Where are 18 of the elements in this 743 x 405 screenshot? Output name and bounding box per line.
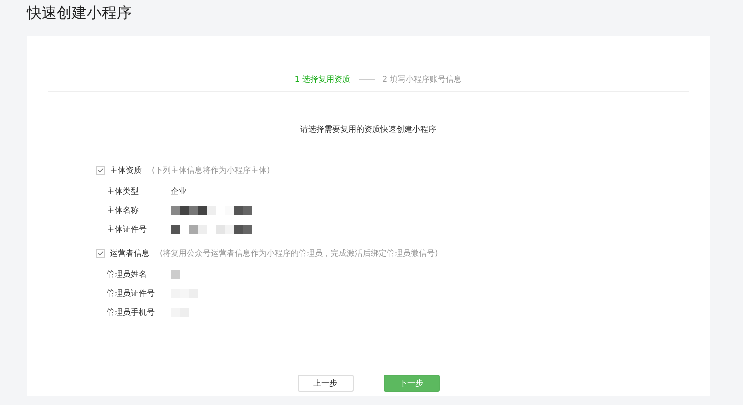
section-label: 运营者信息 [110, 248, 150, 259]
field-label: 管理员姓名 [107, 268, 148, 280]
field-value: 企业 [171, 186, 187, 196]
field-label: 主体名称 [107, 204, 140, 216]
section-label: 主体资质 [110, 165, 142, 176]
field-label: 管理员手机号 [107, 306, 156, 318]
step-label: 2 填写小程序账号信息 [382, 74, 462, 84]
instruction-text: 请选择需要复用的资质快速创建小程序 [300, 124, 438, 135]
back-button[interactable]: 上一步 [298, 375, 354, 392]
step-label: 1 选择复用资质 [294, 74, 350, 84]
field-label: 管理员证件号 [107, 288, 156, 298]
field-label: 主体证件号 [107, 224, 148, 234]
page-title: 快速创建小程序 [26, 3, 133, 24]
field-label: 主体类型 [107, 186, 140, 196]
section-note: (将复用公众号运营者信息作为小程序的管理员，完成激活后绑定管理员微信号) [160, 248, 438, 259]
checkbox[interactable] [96, 249, 105, 258]
checkbox[interactable] [96, 166, 105, 175]
section-note: (下列主体信息将作为小程序主体) [152, 165, 270, 176]
